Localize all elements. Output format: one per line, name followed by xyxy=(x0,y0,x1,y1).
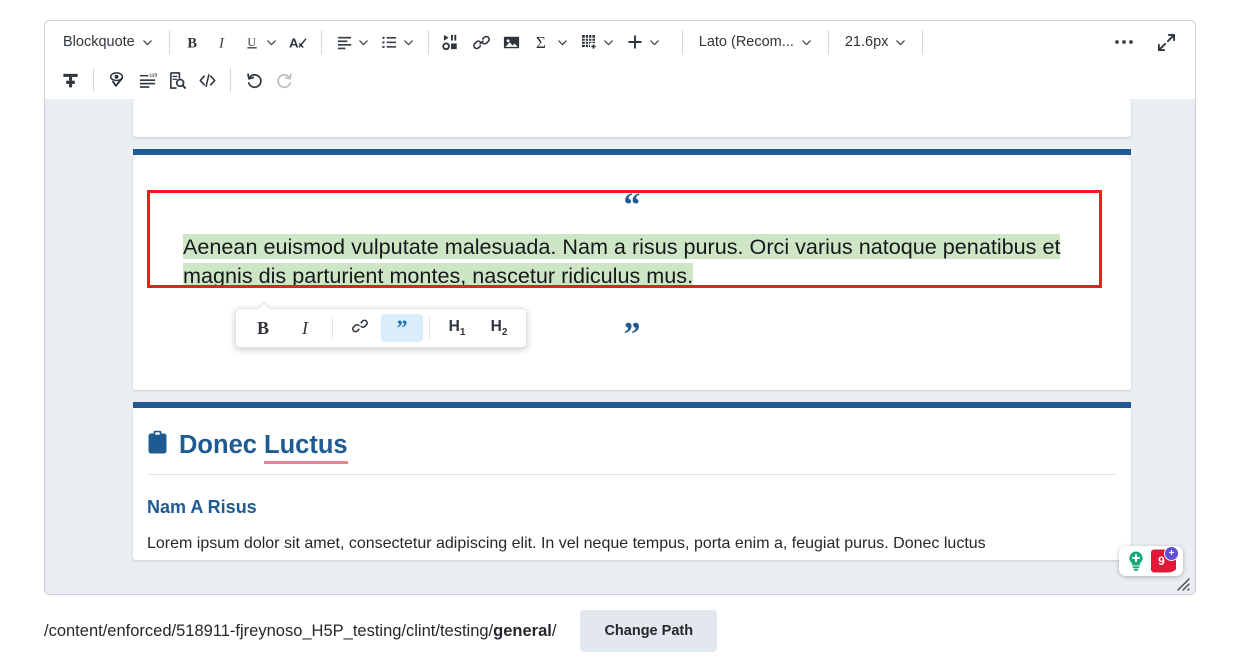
more-options-button[interactable] xyxy=(1107,27,1141,57)
bubble-blockquote-button[interactable]: ” xyxy=(381,314,423,342)
toolbar-divider xyxy=(922,30,924,54)
section-heading-row: Donec Luctus xyxy=(133,430,1131,464)
format-painter-button[interactable] xyxy=(55,65,85,95)
bubble-link-button[interactable] xyxy=(339,314,381,342)
toolbar-divider xyxy=(827,30,829,54)
bubble-divider xyxy=(332,317,333,339)
heading-1-icon: H1 xyxy=(448,317,466,339)
paragraph-format-dropdown[interactable]: Blockquote xyxy=(55,27,161,57)
editor-canvas[interactable]: “ Aenean euismod vulputate malesuada. Na… xyxy=(45,99,1195,594)
content-card: Donec Luctus Nam A Risus Lorem ipsum dol… xyxy=(133,408,1131,560)
insert-table-button[interactable] xyxy=(574,27,620,57)
blockquote-text[interactable]: Aenean euismod vulputate malesuada. Nam … xyxy=(183,233,1081,290)
clear-formatting-button[interactable]: A xyxy=(283,27,313,57)
bold-icon: B xyxy=(256,317,269,338)
bold-button[interactable]: B xyxy=(178,27,208,57)
clipboard-icon xyxy=(147,430,168,460)
body-paragraph: Lorem ipsum dolor sit amet, consectetur … xyxy=(147,535,986,553)
page-root: Blockquote B I U A Σ Lato (Recom... 21.6… xyxy=(0,0,1240,661)
previous-card xyxy=(133,99,1131,137)
editor-toolbar: Blockquote B I U A Σ Lato (Recom... 21.6… xyxy=(45,21,1195,97)
chevron-down-icon xyxy=(358,37,369,48)
redo-button[interactable] xyxy=(269,65,299,95)
toolbar-divider xyxy=(93,68,94,92)
toolbar-divider xyxy=(168,30,170,54)
chevron-down-icon xyxy=(895,37,906,48)
bubble-heading1-button[interactable]: H1 xyxy=(436,314,478,342)
insert-image-button[interactable] xyxy=(497,27,527,57)
toolbar-divider xyxy=(320,30,322,54)
accessibility-widget[interactable]: 9 + xyxy=(1119,546,1183,576)
path-prefix: /content/enforced/518911-fjreynoso_H5P_t… xyxy=(44,621,494,640)
chevron-down-icon xyxy=(142,37,153,48)
lightbulb-plus-icon[interactable] xyxy=(1124,549,1148,573)
svg-text:B: B xyxy=(188,35,198,50)
subheading: Nam A Risus xyxy=(147,497,257,518)
underline-button[interactable]: U xyxy=(238,27,283,57)
bubble-divider xyxy=(429,317,430,339)
toolbar-divider xyxy=(427,30,429,54)
heading-plain-part: Donec xyxy=(179,430,265,459)
svg-text:123: 123 xyxy=(149,72,157,78)
content-path: /content/enforced/518911-fjreynoso_H5P_t… xyxy=(44,622,556,641)
undo-button[interactable] xyxy=(239,65,269,95)
svg-text:Σ: Σ xyxy=(536,33,546,52)
font-size-dropdown[interactable]: 21.6px xyxy=(837,27,915,57)
toolbar-divider xyxy=(230,68,231,92)
quote-icon: ” xyxy=(396,315,408,340)
add-issue-badge[interactable]: + xyxy=(1164,546,1179,561)
list-button[interactable] xyxy=(375,27,420,57)
path-suffix: / xyxy=(551,621,557,640)
font-size-label: 21.6px xyxy=(844,34,889,50)
html-editor: Blockquote B I U A Σ Lato (Recom... 21.6… xyxy=(44,20,1196,595)
heading-2-icon: H2 xyxy=(490,317,508,339)
floating-format-toolbar[interactable]: B I ” H1 H2 xyxy=(235,308,527,348)
fullscreen-button[interactable] xyxy=(1151,27,1181,57)
heading-underlined-part: Luctus xyxy=(264,430,348,464)
svg-text:A: A xyxy=(289,35,299,50)
insert-media-button[interactable] xyxy=(437,27,467,57)
link-icon xyxy=(351,317,369,340)
path-bar: /content/enforced/518911-fjreynoso_H5P_t… xyxy=(44,606,1196,656)
resize-handle[interactable] xyxy=(1175,576,1191,592)
chevron-down-icon xyxy=(603,37,614,48)
toolbar-divider xyxy=(681,30,683,54)
bubble-bold-button[interactable]: B xyxy=(242,314,284,342)
bubble-arrow xyxy=(258,302,270,309)
accessibility-checker-button[interactable] xyxy=(102,65,132,95)
path-current-folder: general xyxy=(493,621,552,640)
insert-more-button[interactable] xyxy=(620,27,666,57)
svg-text:I: I xyxy=(218,35,225,50)
font-family-label: Lato (Recom... xyxy=(698,34,794,50)
chevron-down-icon xyxy=(801,37,812,48)
align-button[interactable] xyxy=(330,27,375,57)
highlighted-text-line-2: magnis dis parturient montes, nascetur r… xyxy=(183,262,694,288)
change-path-button[interactable]: Change Path xyxy=(580,610,718,652)
accessibility-issue-badge[interactable]: 9 + xyxy=(1150,546,1180,573)
italic-button[interactable]: I xyxy=(208,27,238,57)
toolbar-row-2: 123 xyxy=(55,63,1185,97)
chevron-down-icon xyxy=(403,37,414,48)
source-code-button[interactable] xyxy=(192,65,222,95)
paragraph-format-label: Blockquote xyxy=(63,34,135,50)
blockquote-card[interactable]: “ Aenean euismod vulputate malesuada. Na… xyxy=(133,155,1131,391)
bubble-italic-button[interactable]: I xyxy=(284,314,326,342)
preview-button[interactable] xyxy=(162,65,192,95)
highlighted-text-line-1: Aenean euismod vulputate malesuada. Nam … xyxy=(183,234,1061,259)
svg-text:U: U xyxy=(247,34,256,48)
toolbar-row-1: Blockquote B I U A Σ Lato (Recom... 21.6… xyxy=(55,21,1185,63)
word-count-button[interactable]: 123 xyxy=(132,65,162,95)
italic-icon: I xyxy=(302,317,308,338)
quote-open-mark: “ xyxy=(623,187,641,224)
insert-link-button[interactable] xyxy=(467,27,497,57)
chevron-down-icon xyxy=(557,37,568,48)
bubble-heading2-button[interactable]: H2 xyxy=(478,314,520,342)
page-title: Donec Luctus xyxy=(179,430,348,464)
chevron-down-icon xyxy=(266,37,277,48)
insert-equation-button[interactable]: Σ xyxy=(527,27,574,57)
font-family-dropdown[interactable]: Lato (Recom... xyxy=(691,27,820,57)
chevron-down-icon xyxy=(649,37,660,48)
